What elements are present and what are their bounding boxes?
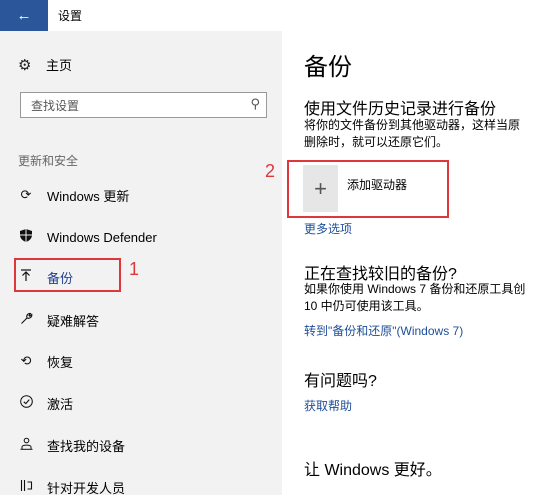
search-icon[interactable]: ⚲ xyxy=(250,96,260,112)
get-help-link[interactable]: 获取帮助 xyxy=(304,397,352,414)
sidebar-item-troubleshoot[interactable]: 疑难解答 xyxy=(18,309,268,331)
page-title: 备份 xyxy=(304,54,352,81)
person-location-icon xyxy=(18,437,34,453)
more-options-link[interactable]: 更多选项 xyxy=(304,220,352,237)
section-header: 更新和安全 xyxy=(18,154,79,168)
older-backup-desc-line1: 如果你使用 Windows 7 备份和还原工具创 xyxy=(304,282,526,296)
sidebar-item-label: 恢复 xyxy=(47,354,74,370)
sidebar-item-windows-defender[interactable]: Windows Defender xyxy=(18,226,268,248)
sidebar-item-find-my-device[interactable]: 查找我的设备 xyxy=(18,434,268,456)
sidebar-item-label: 针对开发人员 xyxy=(47,480,126,496)
check-circle-icon xyxy=(18,395,34,411)
backup-restore-link[interactable]: 转到"备份和还原"(Windows 7) xyxy=(304,322,463,339)
file-history-desc-line1: 将你的文件备份到其他驱动器，这样当原 xyxy=(304,118,521,132)
shield-icon xyxy=(18,229,34,245)
wrench-icon xyxy=(18,312,34,328)
home-label: 主页 xyxy=(46,58,73,73)
arrow-left-icon: ← xyxy=(16,7,32,24)
annotation-number-2: 2 xyxy=(265,161,276,181)
sidebar-item-label: Windows Defender xyxy=(47,229,157,245)
sidebar-item-activation[interactable]: 激活 xyxy=(18,392,268,414)
search-input[interactable] xyxy=(29,97,233,115)
home-link[interactable]: ⚙ 主页 xyxy=(18,55,72,74)
search-box[interactable]: ⚲ xyxy=(20,92,267,118)
developer-icon xyxy=(18,479,34,495)
sidebar-item-label: 疑难解答 xyxy=(47,313,100,329)
sidebar-item-recovery[interactable]: ⟲ 恢复 xyxy=(18,350,268,372)
help-heading: 有问题吗? xyxy=(304,373,377,390)
sidebar-item-windows-update[interactable]: ⟳ Windows 更新 xyxy=(18,184,268,206)
history-icon: ⟲ xyxy=(20,353,32,368)
gear-icon: ⚙ xyxy=(18,56,32,74)
make-windows-better-heading: 让 Windows 更好。 xyxy=(304,462,442,479)
sidebar-item-label: Windows 更新 xyxy=(47,188,130,204)
window-title: 设置 xyxy=(58,9,83,23)
back-button[interactable]: ← xyxy=(0,0,48,31)
sidebar-item-label: 查找我的设备 xyxy=(47,438,126,454)
title-bar: ← 设置 xyxy=(0,0,551,31)
annotation-box-1 xyxy=(14,258,121,292)
sidebar-item-label: 激活 xyxy=(47,396,74,412)
refresh-icon: ⟳ xyxy=(20,187,32,202)
file-history-heading: 使用文件历史记录进行备份 xyxy=(304,101,497,118)
file-history-desc-line2: 删除时，就可以还原它们。 xyxy=(304,135,449,149)
annotation-box-2 xyxy=(287,160,449,218)
annotation-number-1: 1 xyxy=(129,259,140,279)
older-backup-desc-line2: 10 中仍可使用该工具。 xyxy=(304,299,429,313)
